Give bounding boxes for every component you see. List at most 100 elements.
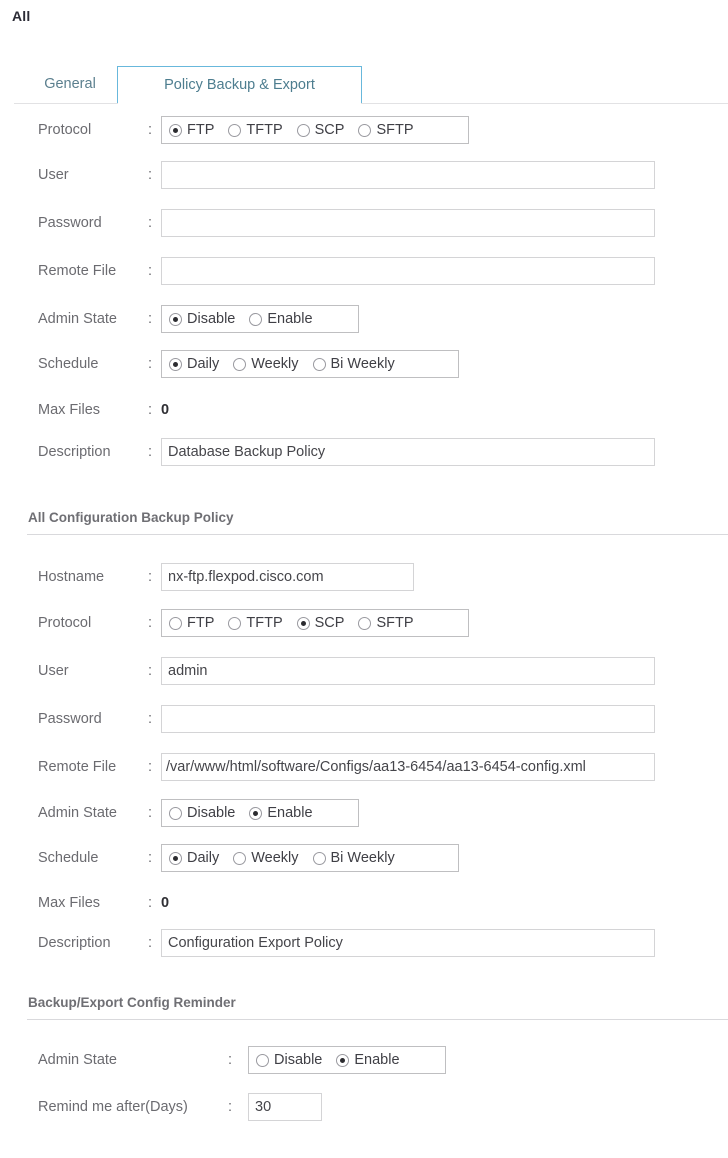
radio-icon-bi-weekly [312, 357, 326, 371]
radio-label-bi-weekly: Bi Weekly [330, 850, 395, 866]
radio-option-weekly[interactable]: Weekly [233, 850, 299, 866]
radio-option-bi-weekly[interactable]: Bi Weekly [312, 356, 395, 372]
colon: : [148, 663, 153, 679]
radio-label-enable: Enable [267, 311, 313, 327]
radio-icon-ftp [169, 616, 182, 630]
radio-option-enable[interactable]: Enable [249, 311, 313, 327]
radio-label-ftp: FTP [187, 615, 215, 631]
row-description: Description : Configuration Export Polic… [0, 926, 728, 960]
colon: : [148, 850, 153, 866]
label-description: Description [38, 935, 111, 951]
hostname-input[interactable]: nx-ftp.flexpod.cisco.com [161, 563, 414, 591]
description-input[interactable]: Configuration Export Policy [161, 929, 655, 957]
radio-icon-weekly [233, 851, 247, 865]
radio-icon-weekly [233, 357, 247, 371]
row-max-files: Max Files : 0 [0, 393, 728, 427]
row-admin-state: Admin State : Disable Enable [0, 302, 728, 336]
radio-icon-daily [169, 357, 182, 371]
radio-icon-disable [256, 1053, 269, 1067]
label-hostname: Hostname [38, 569, 105, 585]
radio-option-scp[interactable]: SCP [296, 615, 344, 631]
radio-option-sftp[interactable]: SFTP [358, 615, 414, 631]
radio-icon-scp [296, 616, 310, 630]
radio-option-daily[interactable]: Daily [169, 356, 219, 372]
label-password: Password [38, 711, 102, 727]
radio-option-sftp[interactable]: SFTP [358, 122, 414, 138]
colon: : [148, 167, 153, 183]
protocol-radio-group[interactable]: FTP TFTP SCP SFTP [161, 609, 469, 637]
radio-icon-disable [169, 312, 182, 326]
radio-icon-enable [249, 312, 263, 326]
row-schedule: Schedule : Daily Weekly Bi Weekly [0, 347, 728, 381]
label-user: User [38, 167, 69, 183]
radio-option-daily[interactable]: Daily [169, 850, 219, 866]
label-schedule: Schedule [38, 850, 99, 866]
max-files-value: 0 [161, 895, 170, 911]
user-input[interactable]: admin [161, 657, 655, 685]
radio-icon-sftp [358, 123, 372, 137]
colon: : [148, 356, 153, 372]
protocol-radio-group[interactable]: FTP TFTP SCP SFTP [161, 116, 469, 144]
radio-label-weekly: Weekly [251, 356, 299, 372]
schedule-radio-group[interactable]: Daily Weekly Bi Weekly [161, 350, 459, 378]
page-title: All [12, 8, 31, 24]
radio-option-enable[interactable]: Enable [336, 1052, 400, 1068]
label-protocol: Protocol [38, 615, 92, 631]
radio-icon-bi-weekly [312, 851, 326, 865]
radio-option-bi-weekly[interactable]: Bi Weekly [312, 850, 395, 866]
remote-file-input[interactable]: /var/www/html/software/Configs/aa13-6454… [161, 753, 655, 781]
remind-me-after-input[interactable]: 30 [248, 1093, 322, 1121]
label-max-files: Max Files [38, 402, 101, 418]
colon: : [228, 1052, 233, 1068]
label-password: Password [38, 215, 102, 231]
radio-option-tftp[interactable]: TFTP [228, 615, 283, 631]
radio-icon-ftp [169, 123, 182, 137]
password-input[interactable] [161, 209, 655, 237]
row-schedule: Schedule : Daily Weekly Bi Weekly [0, 841, 728, 875]
radio-option-disable[interactable]: Disable [256, 1052, 322, 1068]
label-remote-file: Remote File [38, 759, 117, 775]
radio-label-bi-weekly: Bi Weekly [330, 356, 395, 372]
section-title: Backup/Export Config Reminder [28, 995, 236, 1010]
admin-state-radio-group[interactable]: Disable Enable [161, 305, 359, 333]
section-divider [27, 1019, 728, 1020]
label-admin-state: Admin State [38, 805, 117, 821]
admin-state-radio-group[interactable]: Disable Enable [248, 1046, 446, 1074]
radio-option-tftp[interactable]: TFTP [228, 122, 283, 138]
label-max-files: Max Files [38, 895, 101, 911]
tab-policy-backup-export[interactable]: Policy Backup & Export [117, 66, 362, 104]
label-protocol: Protocol [38, 122, 92, 138]
radio-option-enable[interactable]: Enable [249, 805, 313, 821]
colon: : [148, 402, 153, 418]
radio-label-ftp: FTP [187, 122, 215, 138]
radio-label-tftp: TFTP [246, 122, 283, 138]
radio-option-disable[interactable]: Disable [169, 311, 235, 327]
row-protocol: Protocol : FTP TFTP SCP SFTP [0, 606, 728, 640]
colon: : [148, 444, 153, 460]
radio-option-ftp[interactable]: FTP [169, 122, 214, 138]
section-title: All Configuration Backup Policy [28, 510, 234, 525]
colon: : [148, 569, 153, 585]
radio-option-scp[interactable]: SCP [296, 122, 345, 138]
admin-state-radio-group[interactable]: Disable Enable [161, 799, 359, 827]
password-input[interactable] [161, 705, 655, 733]
radio-option-disable[interactable]: Disable [169, 805, 235, 821]
row-max-files: Max Files : 0 [0, 886, 728, 920]
description-input[interactable]: Database Backup Policy [161, 438, 655, 466]
radio-icon-enable [336, 1053, 350, 1067]
row-remote-file: Remote File : /var/www/html/software/Con… [0, 750, 728, 784]
radio-label-scp: SCP [314, 122, 345, 138]
colon: : [148, 311, 153, 327]
radio-option-ftp[interactable]: FTP [169, 615, 214, 631]
label-user: User [38, 663, 69, 679]
radio-label-weekly: Weekly [251, 850, 299, 866]
user-input[interactable] [161, 161, 655, 189]
schedule-radio-group[interactable]: Daily Weekly Bi Weekly [161, 844, 459, 872]
colon: : [148, 711, 153, 727]
colon: : [228, 1099, 233, 1115]
radio-option-weekly[interactable]: Weekly [233, 356, 299, 372]
radio-label-disable: Disable [187, 311, 236, 327]
remote-file-input[interactable] [161, 257, 655, 285]
tab-general[interactable]: General [24, 66, 116, 103]
label-admin-state: Admin State [38, 1052, 117, 1068]
